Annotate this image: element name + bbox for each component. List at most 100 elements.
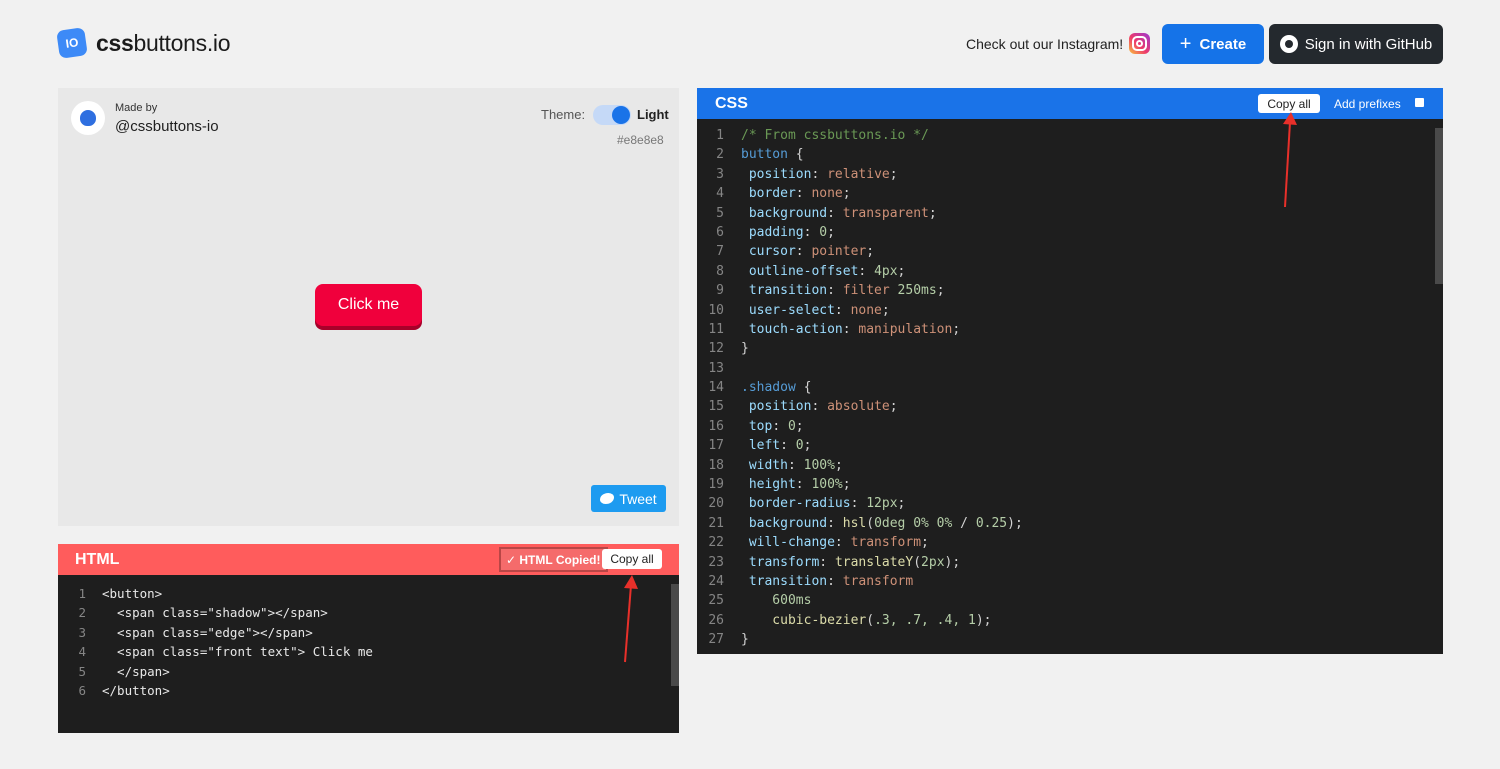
css-code-line: 27} (697, 632, 1023, 651)
code-token: ; (921, 535, 929, 551)
html-code-panel: HTML ✓ HTML Copied! Copy all 1 <button> 2 … (58, 544, 679, 733)
css-code-line: 8 outline-offset: 4px; (697, 264, 1023, 283)
code-token: ; (866, 244, 875, 260)
twitter-icon (600, 493, 615, 504)
made-by-label: Made by (115, 102, 158, 114)
html-copy-all-button[interactable]: Copy all (602, 549, 662, 569)
code-token: : (803, 224, 820, 240)
add-prefixes-label[interactable]: Add prefixes (1334, 97, 1401, 111)
code-token: 0deg 0% 0% (874, 515, 953, 531)
author-name[interactable]: @cssbuttons-io (115, 118, 219, 135)
code-token: cursor (741, 244, 796, 260)
line-number: 2 (78, 605, 86, 621)
line-number: 19 (708, 477, 724, 493)
github-signin-label: Sign in with GitHub (1304, 35, 1433, 53)
line-number: 4 (78, 644, 86, 660)
line-number: 14 (708, 380, 724, 396)
code-token: ; (952, 321, 961, 337)
css-code-line: 11 touch-action: manipulation; (697, 322, 1023, 341)
background-hex[interactable]: #e8e8e8 (617, 133, 664, 147)
code-token: ; (827, 224, 835, 240)
site-logo[interactable]: IO cssbuttons.io (56, 27, 231, 59)
code-token: : (787, 457, 804, 473)
line-number: 2 (716, 147, 724, 163)
code-text: </span> (102, 663, 170, 679)
add-prefixes-checkbox[interactable] (1415, 98, 1424, 107)
code-token: ; (881, 302, 890, 318)
line-number: 5 (78, 663, 86, 679)
code-token: : (819, 554, 835, 570)
line-number: 17 (708, 438, 724, 454)
instagram-icon (1129, 33, 1151, 54)
css-code-line: 16 top: 0; (697, 419, 1023, 438)
css-code-editor[interactable]: 1 /* From cssbuttons.io */ 2 button {3 posi… (697, 128, 1023, 652)
code-token: ; (803, 438, 812, 454)
code-token: { (787, 147, 804, 163)
line-number: 27 (708, 632, 724, 648)
css-code-line: 1 /* From cssbuttons.io */ (697, 128, 1023, 147)
code-token: 600ms (741, 593, 812, 609)
code-token: transparent (842, 205, 929, 221)
github-signin-button[interactable]: Sign in with GitHub (1269, 24, 1443, 64)
html-code-line: 5 </span> (58, 664, 373, 683)
code-token: ; (897, 496, 906, 512)
css-copy-all-button[interactable]: Copy all (1258, 94, 1320, 113)
line-number: 6 (716, 224, 724, 240)
code-token: : (780, 438, 796, 454)
css-code-line: 23 transform: translateY(2px); (697, 555, 1023, 574)
author-avatar[interactable] (71, 101, 105, 135)
theme-toggle[interactable] (593, 105, 631, 125)
line-number: 24 (708, 573, 724, 589)
tweet-button[interactable]: Tweet (591, 485, 666, 512)
create-button[interactable]: + Create (1162, 24, 1264, 64)
code-text: <button> (102, 586, 163, 601)
code-token: : (827, 515, 843, 531)
css-scrollbar[interactable] (1435, 128, 1443, 284)
code-token: 0.25 (975, 515, 1008, 531)
css-code-line: 18 width: 100%; (697, 458, 1023, 477)
code-token: transform (850, 535, 922, 551)
code-token: ; (897, 263, 906, 279)
line-number: 9 (716, 283, 724, 299)
logo-text: cssbuttons.io (96, 29, 231, 56)
html-code-editor[interactable]: 1 <button> 2 <span class="shadow"></span> 3… (58, 586, 373, 702)
line-number: 1 (78, 586, 86, 601)
code-token: ; (834, 457, 843, 473)
html-code-line: 6 </button> (58, 683, 373, 702)
code-token: pointer (811, 244, 867, 260)
css-panel-title: CSS (715, 95, 748, 112)
line-number: 10 (708, 302, 724, 318)
github-icon (1279, 35, 1298, 53)
line-number: 8 (716, 263, 724, 279)
code-token: ; (928, 205, 937, 221)
code-token: / (952, 515, 976, 531)
html-scrollbar[interactable] (671, 584, 679, 686)
html-code-line: 2 <span class="shadow"></span> (58, 605, 373, 624)
instagram-link[interactable]: Check out our Instagram! (966, 33, 1151, 54)
code-token: translateY (834, 554, 914, 570)
line-number: 26 (708, 612, 724, 628)
button-preview-area: Made by @cssbuttons-io Theme: Light #e8e… (58, 88, 679, 526)
demo-button[interactable]: Click me (315, 284, 422, 326)
code-token: 0 (819, 224, 828, 240)
line-number: 4 (716, 186, 724, 202)
html-panel-header: HTML ✓ HTML Copied! Copy all (58, 544, 679, 575)
code-token: : (842, 321, 859, 337)
css-code-line: 7 cursor: pointer; (697, 244, 1023, 263)
code-token: ; (842, 186, 851, 202)
line-number: 21 (708, 515, 724, 531)
line-number: 22 (708, 535, 724, 551)
code-token: hsl (842, 515, 867, 531)
line-number: 15 (708, 399, 724, 415)
code-token: border (741, 186, 796, 202)
css-code-line: 3 position: relative; (697, 167, 1023, 186)
css-code-line: 2 button { (697, 147, 1023, 166)
theme-label: Theme: (541, 107, 586, 122)
code-token: will-change (741, 535, 835, 551)
code-token: width (741, 457, 788, 473)
code-token: ); (975, 612, 992, 628)
css-code-line: 19 height: 100%; (697, 477, 1023, 496)
code-token: background (741, 205, 828, 221)
line-number: 16 (708, 418, 724, 434)
code-token: ( (913, 554, 922, 570)
